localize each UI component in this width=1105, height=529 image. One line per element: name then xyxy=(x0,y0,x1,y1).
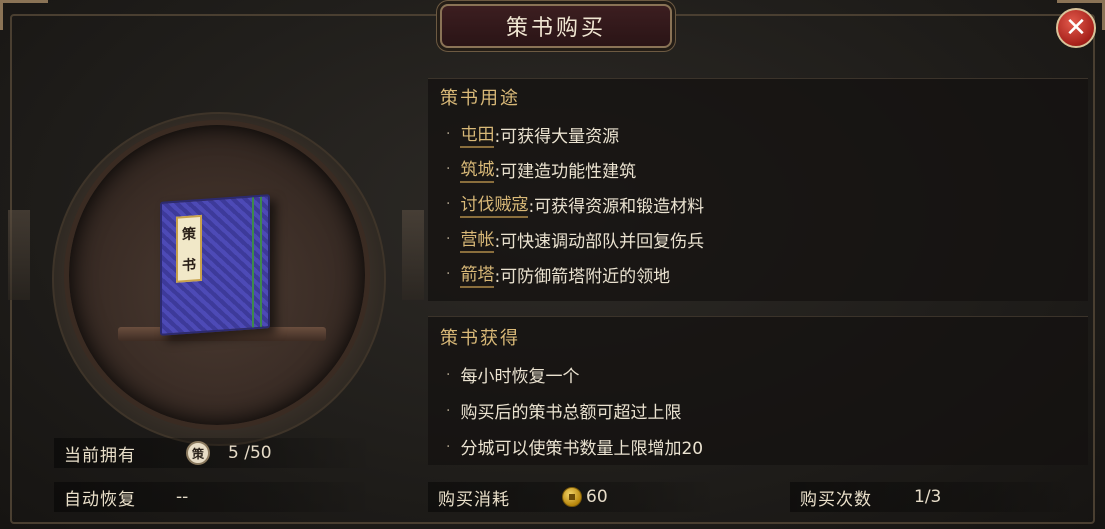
obtain-text: 分城可以使策书数量上限增加20 xyxy=(460,439,704,459)
bullet-icon: · xyxy=(446,161,451,177)
purchase-times-value: 1/3 xyxy=(914,487,942,507)
bullet-icon: · xyxy=(446,366,451,383)
purchase-cost-value: 60 xyxy=(586,487,608,507)
usage-text: :可获得资源和锻造材料 xyxy=(528,196,705,217)
usage-keyword[interactable]: 筑城 xyxy=(460,155,495,183)
obtain-title: 策书获得 xyxy=(440,328,520,349)
usage-item: · 屯田 :可获得大量资源 xyxy=(446,120,619,148)
usage-keyword[interactable]: 营帐 xyxy=(460,225,495,253)
usage-keyword[interactable]: 箭塔 xyxy=(460,260,495,288)
obtain-item: · 购买后的策书总额可超过上限 xyxy=(446,398,682,424)
usage-text: :可快速调动部队并回复伤兵 xyxy=(494,231,705,252)
purchase-cost-row: 购买消耗 60 xyxy=(428,482,718,512)
bullet-icon: · xyxy=(446,126,451,142)
lamp-decoration-right xyxy=(402,210,424,300)
auto-recover-row: 自动恢复 -- xyxy=(54,482,374,512)
auto-recover-label: 自动恢复 xyxy=(64,489,136,510)
obtain-text: 购买后的策书总额可超过上限 xyxy=(460,403,682,423)
bullet-icon: · xyxy=(446,231,451,247)
usage-title: 策书用途 xyxy=(440,88,520,109)
auto-recover-value: -- xyxy=(176,487,189,507)
obtain-text: 每小时恢复一个 xyxy=(460,367,580,387)
ce-token-icon: 策 xyxy=(186,441,210,465)
title-plate: 策书购买 xyxy=(440,4,672,48)
book-label-char: 策 xyxy=(182,225,196,243)
purchase-times-row: 购买次数 1/3 xyxy=(790,482,1080,512)
usage-keyword[interactable]: 屯田 xyxy=(460,120,495,148)
obtain-item: · 分城可以使策书数量上限增加20 xyxy=(446,434,704,460)
obtain-item: · 每小时恢复一个 xyxy=(446,362,580,388)
close-button[interactable]: ✕ xyxy=(1056,8,1096,48)
bullet-icon: · xyxy=(446,402,451,419)
usage-text: :可建造功能性建筑 xyxy=(494,161,637,182)
usage-item: · 营帐 :可快速调动部队并回复伤兵 xyxy=(446,225,704,253)
usage-item: · 筑城 :可建造功能性建筑 xyxy=(446,155,636,183)
owned-value: 5 /50 xyxy=(228,443,272,463)
purchase-times-label: 购买次数 xyxy=(800,489,872,510)
bullet-icon: · xyxy=(446,438,451,455)
purchase-cost-label: 购买消耗 xyxy=(438,489,510,510)
owned-label: 当前拥有 xyxy=(64,445,136,466)
dialog-title: 策书购买 xyxy=(505,16,606,41)
usage-keyword[interactable]: 讨伐贼寇 xyxy=(460,190,529,218)
close-icon: ✕ xyxy=(1065,13,1087,43)
usage-text: :可防御箭塔附近的领地 xyxy=(494,266,671,287)
usage-item: · 讨伐贼寇 :可获得资源和锻造材料 xyxy=(446,190,704,218)
usage-text: :可获得大量资源 xyxy=(494,126,620,147)
lamp-decoration-left xyxy=(8,210,30,300)
usage-item: · 箭塔 :可防御箭塔附近的领地 xyxy=(446,260,670,288)
book-label-char: 书 xyxy=(182,256,196,274)
book-spine xyxy=(252,196,262,328)
owned-row: 当前拥有 策 5 /50 xyxy=(54,438,374,468)
gold-coin-icon xyxy=(562,487,582,507)
book-icon: 策 书 xyxy=(160,194,270,336)
bullet-icon: · xyxy=(446,196,451,212)
corner-ornament-left xyxy=(0,0,48,30)
book-title-label: 策 书 xyxy=(176,214,202,283)
bullet-icon: · xyxy=(446,266,451,282)
